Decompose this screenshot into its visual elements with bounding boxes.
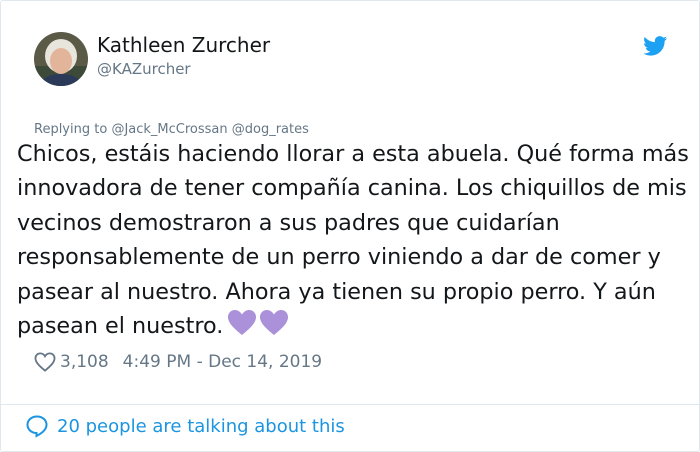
like-count[interactable]: 3,108: [60, 352, 109, 372]
tweet-card: Kathleen Zurcher @KAZurcher Replying to …: [0, 0, 700, 452]
heart-outline-icon[interactable]: [34, 352, 56, 372]
talking-text[interactable]: 20 people are talking about this: [57, 416, 345, 437]
replying-to: Replying to @Jack_McCrossan @dog_rates: [34, 122, 309, 137]
user-handle[interactable]: @KAZurcher: [97, 60, 191, 78]
tweet-meta: 3,108 4:49 PM - Dec 14, 2019: [34, 352, 322, 372]
purple-hearts-icon: [227, 309, 289, 347]
tweet-body: Chicos, estáis haciendo llorar a esta ab…: [17, 141, 689, 340]
reply-mentions[interactable]: @Jack_McCrossan @dog_rates: [111, 122, 308, 137]
display-name[interactable]: Kathleen Zurcher: [97, 33, 270, 57]
replying-to-prefix: Replying to: [34, 122, 112, 137]
divider: [1, 404, 699, 405]
conversation-link[interactable]: 20 people are talking about this: [25, 414, 345, 438]
avatar[interactable]: [34, 32, 88, 86]
twitter-bird-icon[interactable]: [643, 36, 668, 56]
tweet-text: Chicos, estáis haciendo llorar a esta ab…: [17, 137, 693, 347]
timestamp[interactable]: 4:49 PM - Dec 14, 2019: [123, 352, 322, 372]
comment-bubble-icon: [25, 414, 49, 438]
